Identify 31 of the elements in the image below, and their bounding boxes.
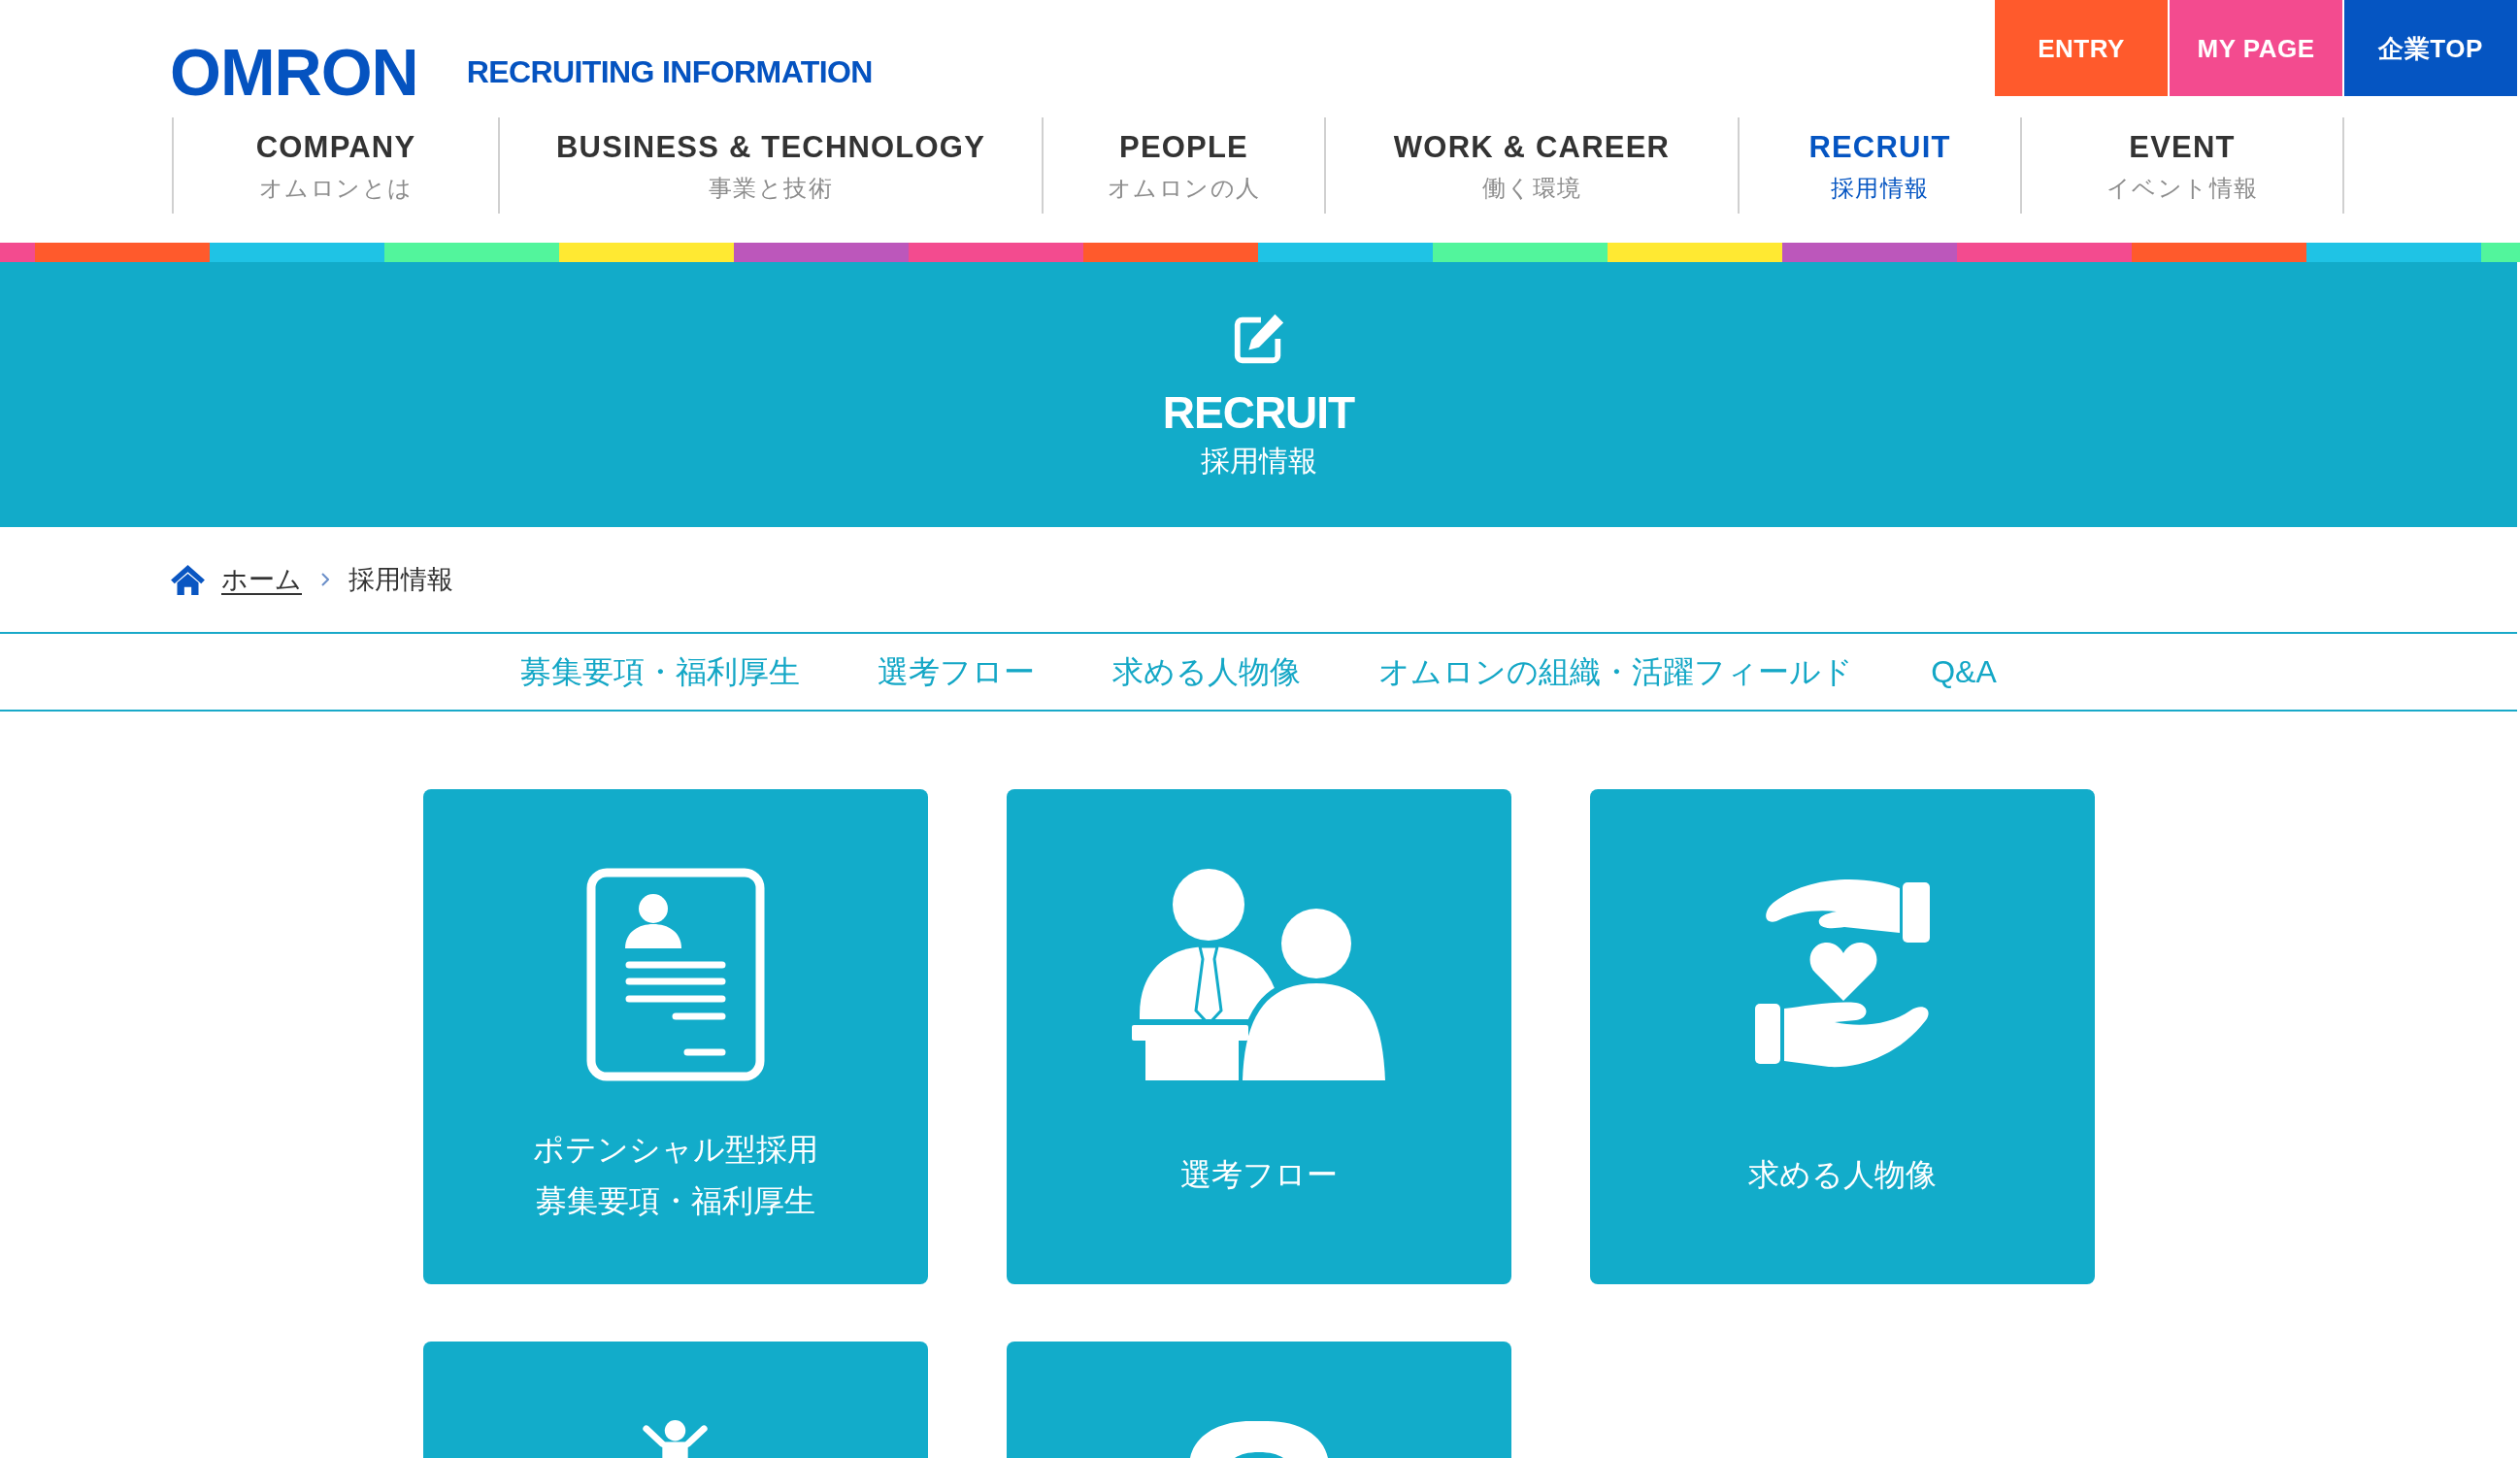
menu-card[interactable]	[422, 1342, 928, 1458]
menu-card[interactable]: 求める人物像	[1589, 789, 2095, 1284]
section-link[interactable]: 選考フロー	[878, 656, 1036, 687]
nav-item[interactable]: PEOPLE オムロンの人	[1042, 117, 1324, 214]
breadcrumb-current: 採用情報	[348, 566, 453, 593]
header-link-button[interactable]: 企業TOP	[2344, 0, 2517, 96]
nav-item[interactable]: EVENT イベント情報	[2020, 117, 2344, 214]
menu-card[interactable]: 選考フロー	[1006, 789, 1511, 1284]
header-link-button[interactable]: MY PAGE	[2170, 0, 2342, 96]
banner-subtitle: 採用情報	[1200, 447, 1317, 476]
menu-card[interactable]	[1006, 1342, 1511, 1458]
nav-item[interactable]: WORK & CAREER 働く環境	[1324, 117, 1738, 214]
banner-title: RECRUIT	[1162, 390, 1355, 435]
breadcrumb-link[interactable]: ホーム	[221, 566, 302, 593]
person-raised-arms-icon	[641, 1420, 710, 1458]
home-icon	[170, 563, 206, 596]
nav-item[interactable]: COMPANY オムロンとは	[172, 117, 498, 214]
section-link[interactable]: 募集要項・福利厚生	[520, 656, 801, 687]
nav-item[interactable]: RECRUIT 採用情報	[1738, 117, 2020, 214]
section-link[interactable]: オムロンの組織・活躍フィールド	[1378, 656, 1854, 687]
section-link[interactable]: 求める人物像	[1112, 656, 1302, 687]
chevron-right-icon	[321, 573, 329, 586]
nav-item[interactable]: BUSINESS & TECHNOLOGY 事業と技術	[498, 117, 1042, 214]
company-logo[interactable]: OMRON	[170, 39, 418, 105]
resume-document-icon	[585, 868, 765, 1081]
menu-card[interactable]: ポテンシャル型採用 募集要項・福利厚生	[422, 789, 928, 1284]
section-link[interactable]: Q&A	[1931, 656, 1997, 687]
two-people-icon	[1132, 869, 1385, 1080]
dome-shape-icon	[1189, 1421, 1328, 1458]
header-link-button[interactable]: ENTRY	[1995, 0, 2168, 96]
site-title: RECRUITING INFORMATION	[466, 56, 873, 87]
